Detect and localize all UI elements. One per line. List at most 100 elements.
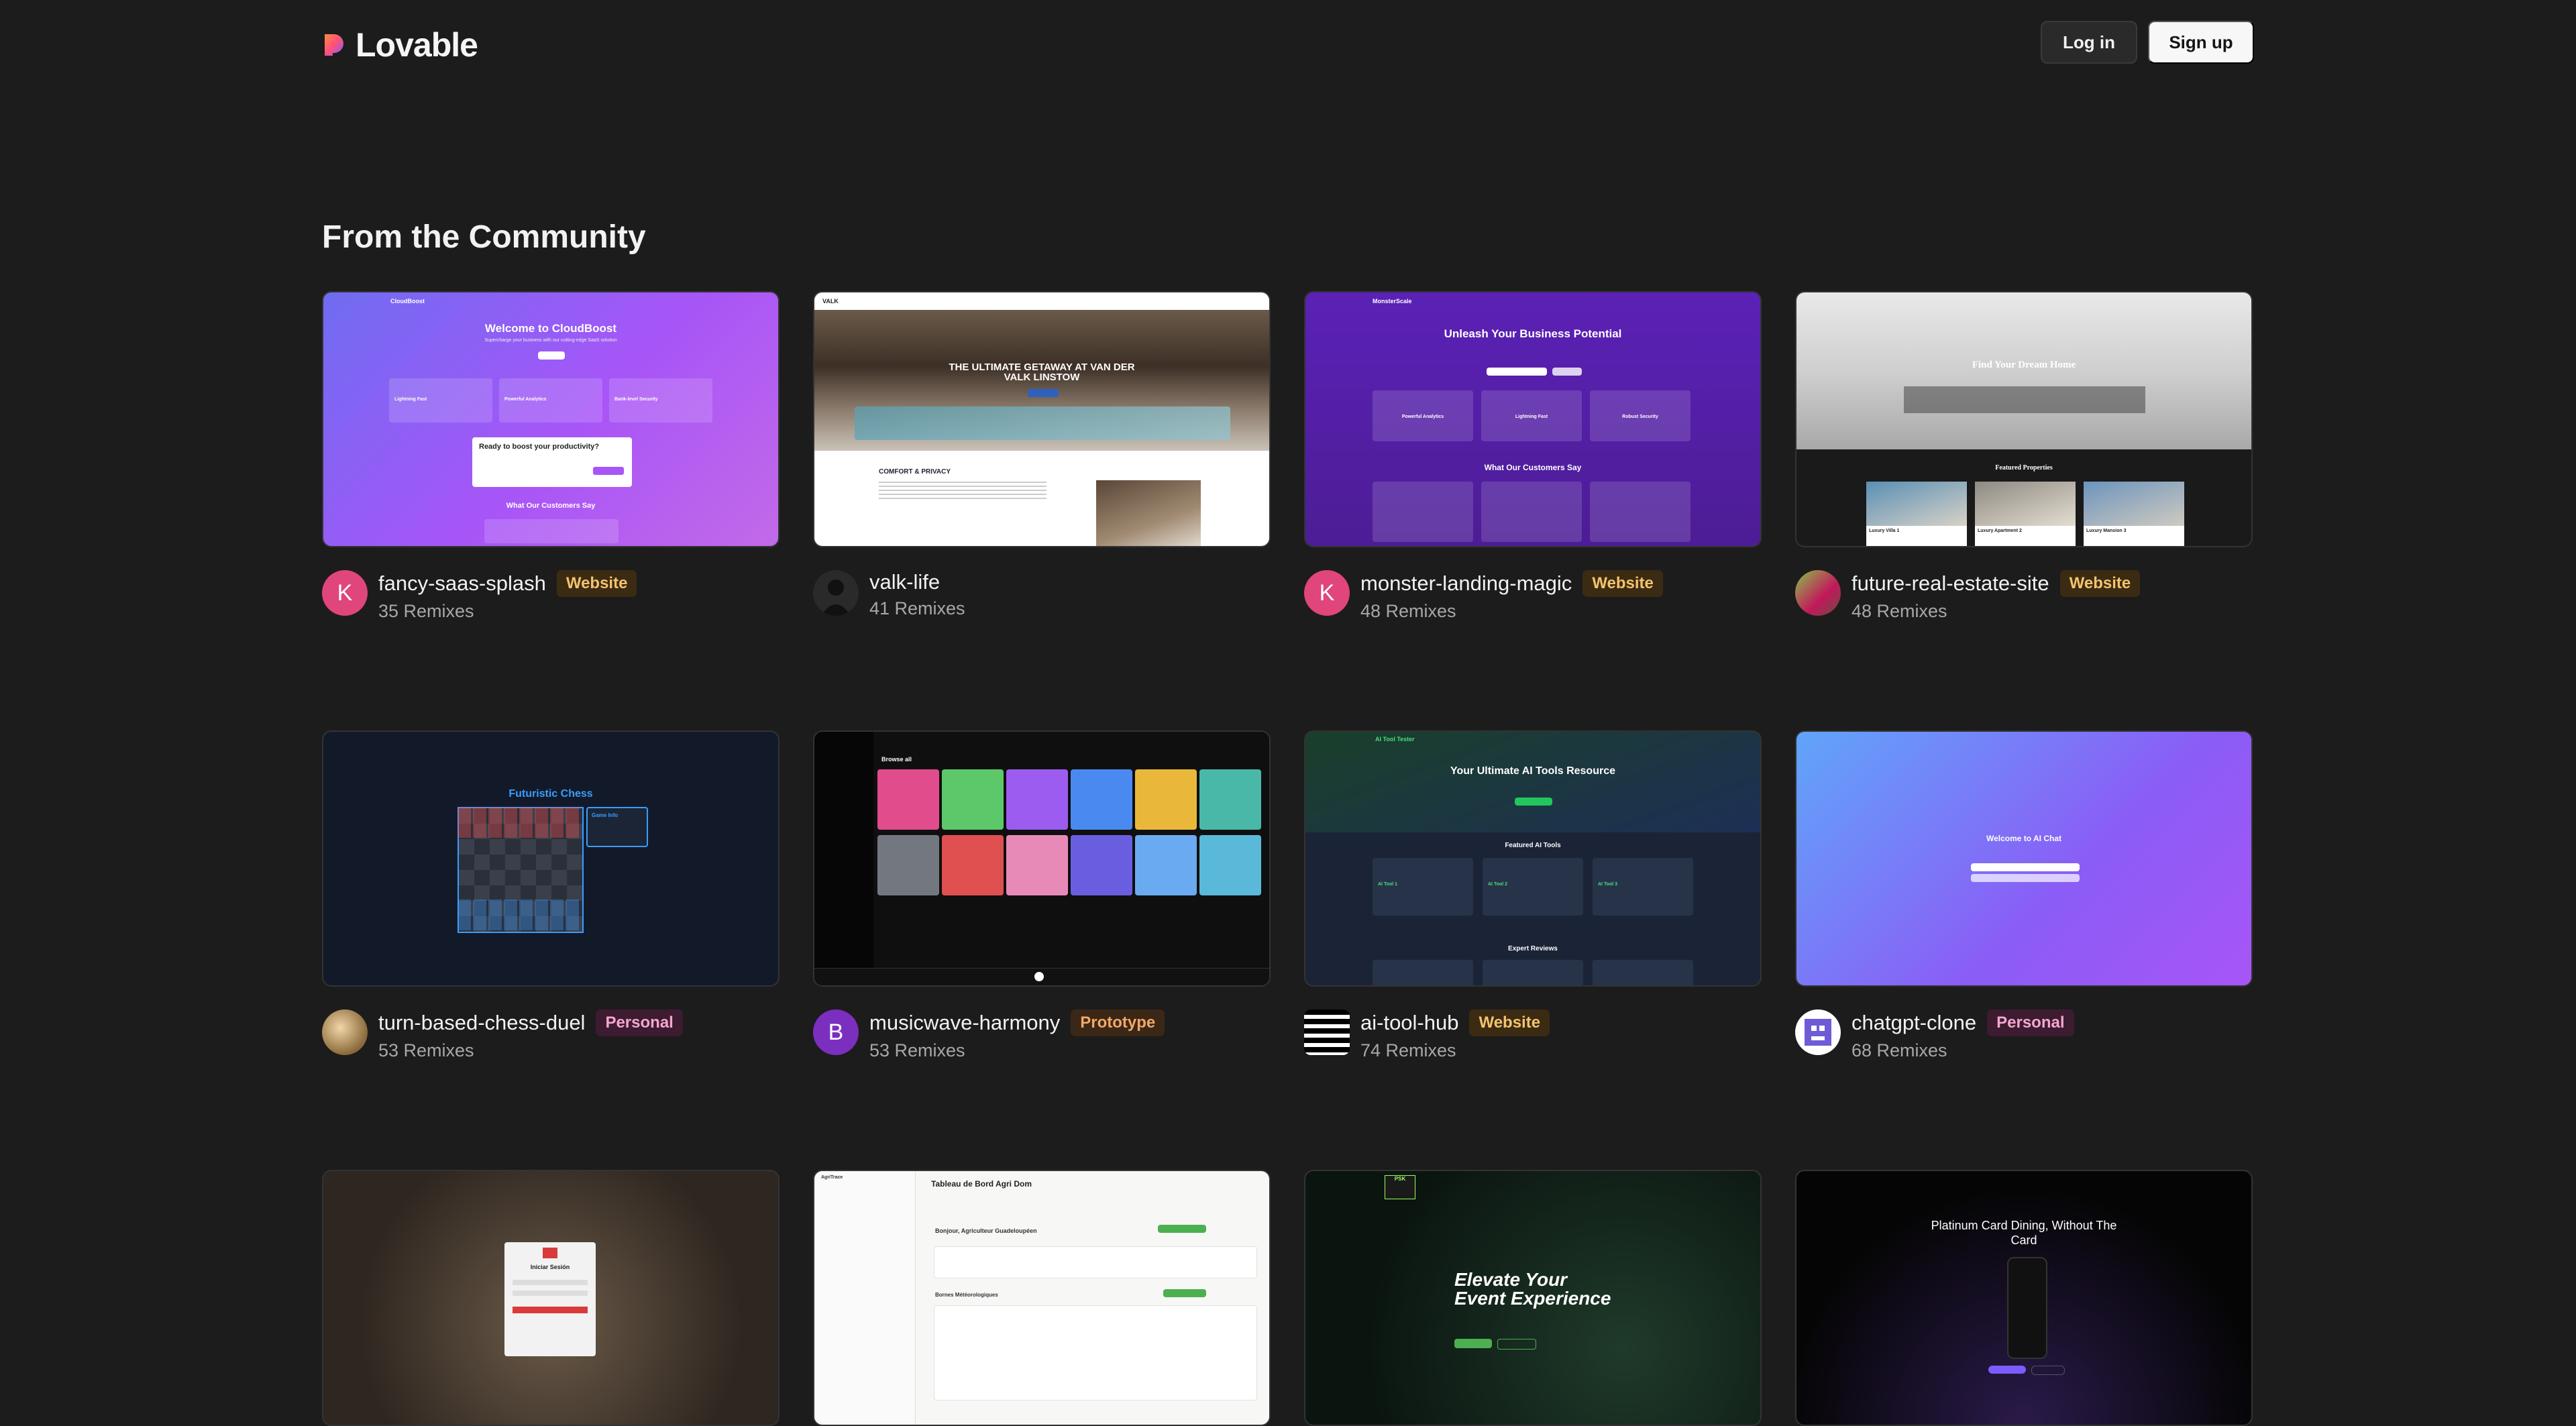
project-name[interactable]: turn-based-chess-duel [378, 1011, 585, 1035]
signup-button[interactable]: Sign up [2148, 21, 2254, 64]
project-card[interactable]: Platinum Card Dining, Without The Card [1795, 1170, 2253, 1426]
logo-text: Lovable [356, 26, 478, 64]
category-badge: Personal [596, 1009, 683, 1036]
remix-count: 53 Remixes [869, 1040, 965, 1060]
project-thumbnail[interactable]: AI Tool Tester Your Ultimate AI Tools Re… [1304, 730, 1762, 987]
project-meta: future-real-estate-site Website 48 Remixe… [1795, 570, 2253, 622]
thumb-feature-2: Lightning Fast [1515, 415, 1548, 419]
thumb-brand: VALK [822, 298, 839, 305]
thumb-heading: Iniciar Sesión [530, 1264, 570, 1270]
remix-count: 68 Remixes [1851, 1040, 1947, 1060]
project-meta: valk-life 41 Remixes [813, 570, 1271, 619]
remix-count: 35 Remixes [378, 601, 474, 621]
thumb-heading: Find Your Dream Home [1972, 360, 2076, 370]
project-meta: K monster-landing-magic Website 48 Remixe… [1304, 570, 1762, 622]
project-card[interactable]: VALK THE ULTIMATE GETAWAY AT VAN DER VAL… [813, 291, 1271, 622]
project-thumbnail[interactable]: Iniciar Sesión [322, 1170, 780, 1426]
thumb-hero-text: THE ULTIMATE GETAWAY AT VAN DER VALK LIN… [949, 362, 1135, 383]
project-name[interactable]: musicwave-harmony [869, 1011, 1060, 1035]
thumb-brand: AgriTrace [821, 1175, 843, 1180]
thumb-panel: Game Info [592, 812, 619, 818]
avatar[interactable] [1795, 1009, 1841, 1055]
thumb-brand: AI Tool Tester [1375, 736, 1415, 743]
avatar[interactable]: K [1304, 570, 1350, 616]
thumb-tool-1: AI Tool 1 [1378, 882, 1398, 887]
avatar[interactable] [1304, 1009, 1350, 1055]
avatar[interactable] [1795, 570, 1841, 616]
section-title: From the Community [322, 219, 646, 255]
thumb-cta: Ready to boost your productivity? [479, 443, 600, 451]
thumb-brand: CloudBoost [390, 298, 425, 305]
project-name[interactable]: chatgpt-clone [1851, 1011, 1976, 1035]
thumb-reviews: Expert Reviews [1508, 945, 1558, 952]
project-thumbnail[interactable]: AgriTrace Tableau de Bord Agri Dom Bonjo… [813, 1170, 1271, 1426]
project-name[interactable]: valk-life [869, 570, 940, 594]
thumb-subtitle: Supercharge your business with our cutti… [484, 338, 617, 343]
thumb-heading: Browse all [881, 756, 912, 763]
project-thumbnail[interactable]: Platinum Card Dining, Without The Card [1795, 1170, 2253, 1426]
avatar[interactable] [813, 570, 859, 616]
thumb-tool-3: AI Tool 3 [1598, 882, 1618, 887]
thumb-section-title: Bornes Météorologiques [935, 1292, 998, 1298]
thumb-heading: Your Ultimate AI Tools Resource [1450, 765, 1615, 777]
project-meta: B musicwave-harmony Prototype 53 Remixes [813, 1009, 1271, 1061]
project-thumbnail[interactable]: Futuristic Chess Game Info [322, 730, 780, 987]
project-meta: K fancy-saas-splash Website 35 Remixes [322, 570, 780, 622]
project-card[interactable]: PSK Elevate Your Event Experience [1304, 1170, 1762, 1426]
project-thumbnail[interactable]: PSK Elevate Your Event Experience [1304, 1170, 1762, 1426]
project-grid: CloudBoost Welcome to CloudBoost Superch… [322, 291, 2254, 1426]
thumb-featured: Featured AI Tools [1505, 842, 1561, 849]
project-meta: ai-tool-hub Website 74 Remixes [1304, 1009, 1762, 1061]
project-thumbnail[interactable]: CloudBoost Welcome to CloudBoost Superch… [322, 291, 780, 547]
project-name[interactable]: monster-landing-magic [1360, 571, 1572, 596]
thumb-brand: MonsterScale [1373, 298, 1412, 305]
lovable-logo[interactable]: Lovable [322, 25, 478, 64]
thumb-testimonials: What Our Customers Say [1484, 463, 1582, 472]
project-name[interactable]: ai-tool-hub [1360, 1011, 1458, 1035]
project-card[interactable]: AI Tool Tester Your Ultimate AI Tools Re… [1304, 730, 1762, 1061]
project-card[interactable]: MonsterScale Unleash Your Business Poten… [1304, 291, 1762, 622]
project-thumbnail[interactable]: MonsterScale Unleash Your Business Poten… [1304, 291, 1762, 547]
remix-count: 74 Remixes [1360, 1040, 1456, 1060]
project-thumbnail[interactable]: Browse all [813, 730, 1271, 987]
avatar[interactable] [322, 1009, 368, 1055]
thumb-feature-1: Lightning Fast [394, 397, 427, 402]
project-thumbnail[interactable]: VALK THE ULTIMATE GETAWAY AT VAN DER VAL… [813, 291, 1271, 547]
thumb-feature-1: Powerful Analytics [1401, 415, 1444, 419]
avatar[interactable]: K [322, 570, 368, 616]
thumb-property-3: Luxury Mansion 3 [2086, 529, 2127, 533]
thumb-heading: Welcome to CloudBoost [484, 322, 617, 335]
thumb-heading: Tableau de Bord Agri Dom [931, 1179, 1032, 1189]
remix-count: 48 Remixes [1851, 601, 1947, 621]
project-name[interactable]: future-real-estate-site [1851, 571, 2049, 596]
project-card[interactable]: Welcome to AI Chat chatgpt-clone Personal… [1795, 730, 2253, 1061]
thumb-heading: Welcome to AI Chat [1986, 834, 2061, 843]
project-meta: chatgpt-clone Personal 68 Remixes [1795, 1009, 2253, 1061]
thumb-heading: Elevate Your Event Experience [1454, 1269, 1611, 1309]
category-badge: Website [1582, 570, 1663, 597]
lovable-heart-icon [322, 32, 349, 58]
project-meta: turn-based-chess-duel Personal 53 Remixes [322, 1009, 780, 1061]
thumb-featured: Featured Properties [1995, 464, 2053, 472]
project-card[interactable]: Futuristic Chess Game Info turn-based-ch… [322, 730, 780, 1061]
remix-count: 53 Remixes [378, 1040, 474, 1060]
thumb-brand: PSK [1385, 1175, 1415, 1199]
category-badge: Personal [1987, 1009, 2074, 1036]
auth-buttons: Log in Sign up [2041, 21, 2254, 64]
project-name[interactable]: fancy-saas-splash [378, 571, 546, 596]
project-card[interactable]: Browse all B musicwave-harmony Prototype … [813, 730, 1271, 1061]
thumb-greeting: Bonjour, Agriculteur Guadeloupéen [935, 1227, 1037, 1234]
thumb-property-2: Luxury Apartment 2 [1978, 529, 2022, 533]
category-badge: Website [2059, 570, 2141, 597]
category-badge: Website [1469, 1009, 1550, 1036]
project-card[interactable]: Iniciar Sesión [322, 1170, 780, 1426]
project-card[interactable]: Find Your Dream Home Featured Properties… [1795, 291, 2253, 622]
project-card[interactable]: CloudBoost Welcome to CloudBoost Superch… [322, 291, 780, 622]
category-badge: Website [556, 570, 637, 597]
project-card[interactable]: AgriTrace Tableau de Bord Agri Dom Bonjo… [813, 1170, 1271, 1426]
avatar[interactable]: B [813, 1009, 859, 1055]
project-thumbnail[interactable]: Find Your Dream Home Featured Properties… [1795, 291, 2253, 547]
login-button[interactable]: Log in [2041, 21, 2137, 64]
project-thumbnail[interactable]: Welcome to AI Chat [1795, 730, 2253, 987]
thumb-feature-3: Robust Security [1622, 415, 1658, 419]
